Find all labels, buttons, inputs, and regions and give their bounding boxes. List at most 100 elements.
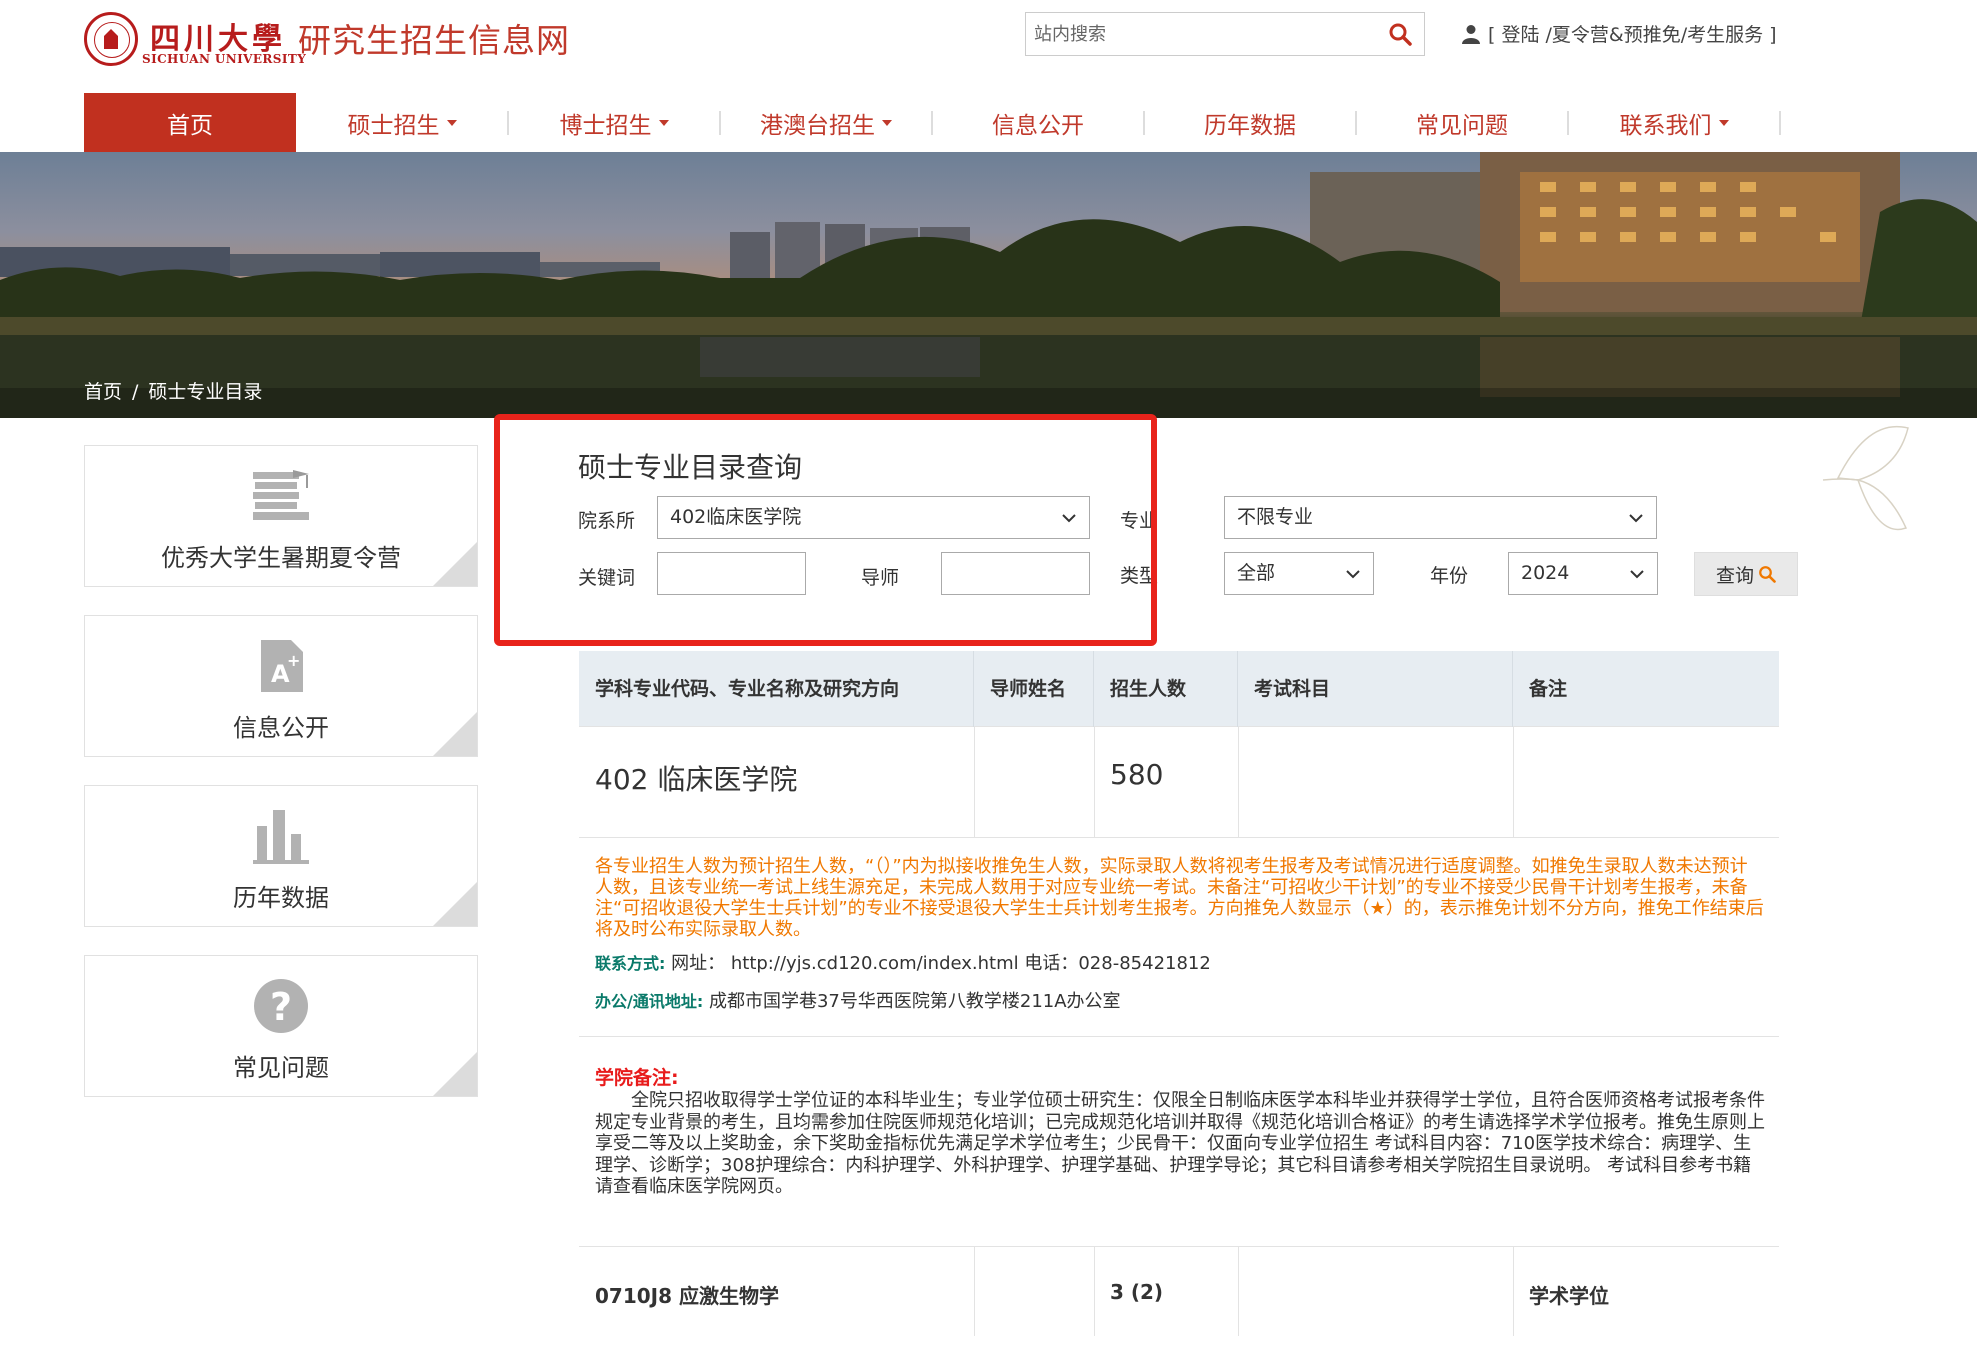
search-input[interactable] [1026, 13, 1366, 55]
nav-divider [1779, 111, 1781, 135]
nav-label: 联系我们 [1619, 112, 1712, 139]
chevron-down-icon [1630, 570, 1644, 579]
user-icon [1462, 24, 1480, 44]
table-header-count: 招生人数 [1094, 651, 1238, 727]
department-count: 580 [1110, 758, 1164, 791]
document-plus-icon: A + [261, 640, 303, 692]
address-info: 办公/通讯地址: 成都市国学巷37号华西医院第八教学楼211A办公室 [595, 987, 1121, 1013]
logo-english-name: SICHUAN UNIVERSITY [142, 52, 307, 66]
college-remark: 全院只招收取得学士学位证的本科毕业生；专业学位硕士研究生：仅限全日制临床医学本科… [595, 1090, 1765, 1197]
svg-text:+: + [287, 651, 300, 670]
breadcrumb-current: 硕士专业目录 [148, 381, 263, 403]
ginkgo-leaf-decoration [1822, 425, 1909, 531]
sidebar-item-summer-camp[interactable]: 优秀大学生暑期夏令营 [84, 445, 478, 587]
major-select-value: 不限专业 [1237, 506, 1314, 528]
nav-home[interactable]: 首页 [84, 93, 296, 152]
login-link[interactable]: [ 登陆 /夏令营&预推免/考生服务 ] [1462, 20, 1777, 47]
sidebar-item-label: 信息公开 [233, 714, 329, 742]
question-icon: ? [254, 979, 308, 1033]
books-icon [253, 470, 309, 520]
sidebar-item-faq[interactable]: ? 常见问题 [84, 955, 478, 1097]
table-divider [579, 837, 1779, 838]
nav-label: 港澳台招生 [760, 112, 875, 139]
keyword-input[interactable] [657, 552, 806, 595]
year-select[interactable]: 2024 [1508, 552, 1658, 595]
major-degree-type: 学术学位 [1529, 1284, 1609, 1308]
caret-down-icon [446, 119, 457, 126]
table-header-exam-subjects: 考试科目 [1238, 651, 1513, 727]
department-select[interactable]: 402临床医学院 [657, 496, 1090, 539]
table-header-major: 学科专业代码、专业名称及研究方向 [579, 651, 974, 727]
site-search [1025, 12, 1425, 56]
table-header-advisor: 导师姓名 [974, 651, 1094, 727]
table-divider [1094, 727, 1095, 837]
sidebar-item-historical-data[interactable]: 历年数据 [84, 785, 478, 927]
nav-label: 首页 [167, 112, 213, 139]
query-button-label: 查询 [1715, 564, 1754, 587]
sidebar-item-label: 常见问题 [233, 1054, 329, 1082]
nav-masters-admission[interactable]: 硕士招生 [296, 93, 508, 152]
college-remark-title: 学院备注: [595, 1067, 679, 1089]
nav-label: 硕士招生 [347, 112, 440, 139]
table-divider [1238, 1246, 1239, 1336]
table-divider [974, 1246, 975, 1336]
advisor-input[interactable] [941, 552, 1090, 595]
contact-text: 网址： http://yjs.cd120.com/index.html 电话：0… [671, 953, 1211, 974]
chevron-down-icon [1062, 514, 1076, 523]
major-select[interactable]: 不限专业 [1224, 496, 1657, 539]
query-button[interactable]: 查询 [1694, 552, 1798, 596]
table-divider [579, 1036, 1779, 1037]
bar-chart-icon [253, 810, 309, 864]
major-label: 专业 [1120, 510, 1159, 532]
table-header-notes: 备注 [1529, 678, 1568, 700]
sidebar-item-info-disclosure[interactable]: A + 信息公开 [84, 615, 478, 757]
nav-historical-data[interactable]: 历年数据 [1144, 93, 1356, 152]
search-icon[interactable] [1388, 22, 1412, 46]
type-select[interactable]: 全部 [1224, 552, 1374, 595]
nav-faq[interactable]: 常见问题 [1356, 93, 1568, 152]
nav-contact-us[interactable]: 联系我们 [1568, 93, 1780, 152]
caret-down-icon [658, 119, 669, 126]
department-select-value: 402临床医学院 [670, 506, 802, 528]
nav-hmt-admission[interactable]: 港澳台招生 [720, 93, 932, 152]
address-label: 办公/通讯地址: [595, 992, 704, 1011]
year-select-value: 2024 [1521, 562, 1570, 584]
caret-down-icon [882, 119, 892, 126]
table-divider [1238, 727, 1239, 837]
table-divider [1513, 727, 1514, 837]
university-seal-icon [84, 12, 138, 66]
nav-info-disclosure[interactable]: 信息公开 [932, 93, 1144, 152]
nav-label: 历年数据 [1204, 112, 1296, 139]
query-title: 硕士专业目录查询 [578, 451, 803, 484]
breadcrumb-home-link[interactable]: 首页 [84, 381, 122, 403]
nav-label: 信息公开 [992, 112, 1084, 139]
major-code-name[interactable]: 0710J8 应激生物学 [595, 1280, 779, 1309]
keyword-label: 关键词 [578, 567, 636, 589]
table-header-row: 学科专业代码、专业名称及研究方向 导师姓名 招生人数 考试科目 备注 [579, 651, 1779, 727]
site-title[interactable]: 研究生招生信息网 [298, 14, 570, 62]
svg-text:?: ? [270, 985, 292, 1029]
campus-banner-image [0, 152, 1977, 418]
breadcrumb-separator: / [132, 381, 139, 403]
table-divider [974, 727, 975, 837]
major-count: 3 (2) [1110, 1280, 1164, 1304]
main-nav: 首页 硕士招生 博士招生 港澳台招生 信息公开 历年数据 常见问题 联系我们 [84, 93, 1784, 152]
advisor-label: 导师 [861, 567, 900, 589]
breadcrumb: 首页 / 硕士专业目录 [84, 377, 262, 404]
search-icon [1759, 566, 1776, 583]
department-name: 402 临床医学院 [595, 763, 798, 796]
chevron-down-icon [1346, 570, 1360, 579]
sidebar-item-label: 优秀大学生暑期夏令营 [161, 544, 401, 572]
sidebar-item-label: 历年数据 [233, 884, 329, 912]
admission-notice: 各专业招生人数为预计招生人数，“（）”内为拟接收推免生人数，实际录取人数将视考生… [595, 856, 1764, 940]
caret-down-icon [1718, 119, 1729, 126]
type-select-value: 全部 [1237, 562, 1276, 584]
table-divider [579, 1246, 1779, 1247]
login-link-label: [ 登陆 /夏令营&预推免/考生服务 ] [1488, 24, 1777, 46]
department-label: 院系所 [578, 510, 636, 532]
table-divider [1513, 1246, 1514, 1336]
university-logo[interactable]: 四川大學 SICHUAN UNIVERSITY [84, 12, 306, 67]
type-label: 类型 [1120, 565, 1159, 587]
contact-label: 联系方式: [595, 954, 666, 973]
nav-doctoral-admission[interactable]: 博士招生 [508, 93, 720, 152]
